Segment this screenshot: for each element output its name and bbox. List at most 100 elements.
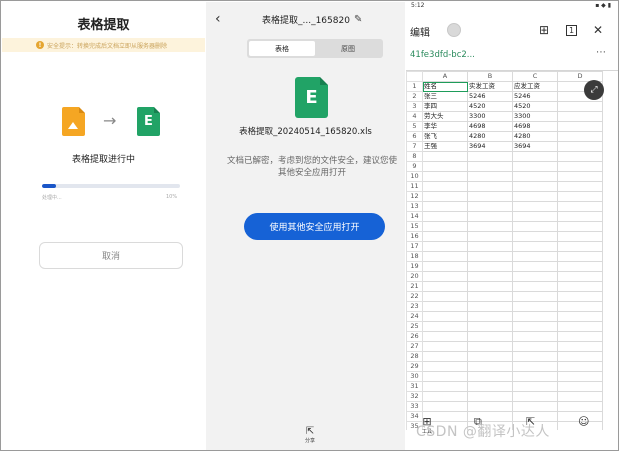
row-number[interactable]: 26 <box>406 331 423 342</box>
table-cell[interactable] <box>512 341 558 352</box>
table-cell[interactable]: 应发工资 <box>512 81 558 92</box>
table-cell[interactable] <box>467 221 513 232</box>
table-cell[interactable] <box>512 221 558 232</box>
table-cell[interactable] <box>512 401 558 412</box>
table-cell[interactable] <box>557 271 603 282</box>
table-cell[interactable] <box>557 221 603 232</box>
table-cell[interactable] <box>557 191 603 202</box>
table-cell[interactable] <box>467 341 513 352</box>
table-cell[interactable]: 姓名 <box>422 81 468 92</box>
row-number[interactable]: 30 <box>406 371 423 382</box>
table-cell[interactable]: 李四 <box>422 101 468 112</box>
table-cell[interactable] <box>557 131 603 142</box>
table-cell[interactable]: 3300 <box>467 111 513 122</box>
table-cell[interactable] <box>512 251 558 262</box>
table-cell[interactable] <box>512 371 558 382</box>
table-cell[interactable] <box>467 351 513 362</box>
table-cell[interactable] <box>467 401 513 412</box>
table-cell[interactable] <box>557 251 603 262</box>
table-cell[interactable] <box>422 351 468 362</box>
row-number[interactable]: 17 <box>406 241 423 252</box>
table-cell[interactable] <box>557 391 603 402</box>
table-cell[interactable] <box>422 181 468 192</box>
pencil-icon[interactable]: ✎ <box>354 14 362 25</box>
table-cell[interactable] <box>422 171 468 182</box>
table-cell[interactable] <box>422 311 468 322</box>
row-number[interactable]: 11 <box>406 181 423 192</box>
table-cell[interactable] <box>512 151 558 162</box>
tab-table[interactable]: 表格 <box>249 41 315 56</box>
row-number[interactable]: 7 <box>406 141 423 152</box>
table-cell[interactable] <box>557 101 603 112</box>
share-button[interactable]: ⇱ 分享 <box>305 427 315 445</box>
table-cell[interactable] <box>467 271 513 282</box>
table-cell[interactable] <box>422 401 468 412</box>
table-cell[interactable] <box>512 161 558 172</box>
table-cell[interactable] <box>557 141 603 152</box>
table-cell[interactable] <box>512 231 558 242</box>
table-cell[interactable]: 4280 <box>512 131 558 142</box>
table-cell[interactable] <box>557 171 603 182</box>
table-cell[interactable] <box>557 301 603 312</box>
table-cell[interactable]: 3694 <box>467 141 513 152</box>
table-cell[interactable] <box>467 391 513 402</box>
table-cell[interactable] <box>557 361 603 372</box>
avatar[interactable] <box>447 23 461 37</box>
table-cell[interactable] <box>557 291 603 302</box>
table-cell[interactable] <box>467 211 513 222</box>
table-cell[interactable] <box>422 161 468 172</box>
table-cell[interactable] <box>512 211 558 222</box>
table-cell[interactable] <box>557 151 603 162</box>
table-cell[interactable]: 王强 <box>422 141 468 152</box>
table-cell[interactable] <box>512 291 558 302</box>
table-cell[interactable] <box>467 251 513 262</box>
table-cell[interactable]: 4280 <box>467 131 513 142</box>
table-cell[interactable] <box>422 241 468 252</box>
table-cell[interactable] <box>422 251 468 262</box>
table-cell[interactable] <box>512 311 558 322</box>
table-cell[interactable] <box>557 161 603 172</box>
table-cell[interactable] <box>422 221 468 232</box>
table-cell[interactable] <box>422 331 468 342</box>
table-cell[interactable] <box>422 391 468 402</box>
row-number[interactable]: 4 <box>406 111 423 122</box>
table-cell[interactable] <box>467 181 513 192</box>
table-cell[interactable] <box>467 261 513 272</box>
table-cell[interactable] <box>422 151 468 162</box>
table-cell[interactable] <box>512 271 558 282</box>
table-cell[interactable] <box>512 391 558 402</box>
table-cell[interactable] <box>512 181 558 192</box>
table-cell[interactable] <box>422 201 468 212</box>
table-cell[interactable] <box>422 291 468 302</box>
table-cell[interactable] <box>467 241 513 252</box>
row-number[interactable]: 16 <box>406 231 423 242</box>
table-cell[interactable] <box>467 301 513 312</box>
table-cell[interactable] <box>422 281 468 292</box>
assistant-button[interactable]: ☺ <box>578 416 589 428</box>
edit-button[interactable]: 编辑 <box>410 24 430 39</box>
table-cell[interactable] <box>512 361 558 372</box>
table-cell[interactable] <box>557 111 603 122</box>
row-number[interactable]: 8 <box>406 151 423 162</box>
table-cell[interactable] <box>557 381 603 392</box>
grid-view-icon[interactable]: ⊞ <box>539 23 549 37</box>
table-cell[interactable] <box>467 281 513 292</box>
table-cell[interactable] <box>557 261 603 272</box>
table-cell[interactable] <box>557 241 603 252</box>
spreadsheet-grid[interactable]: A B C D 1 姓名 实发工资 应发工资 2 张三 5246 5246 3 李四 4520 452… <box>406 70 618 430</box>
table-cell[interactable]: 3694 <box>512 141 558 152</box>
row-number[interactable]: 15 <box>406 221 423 232</box>
row-number[interactable]: 6 <box>406 131 423 142</box>
table-cell[interactable] <box>467 321 513 332</box>
table-cell[interactable] <box>557 311 603 322</box>
row-number[interactable]: 2 <box>406 91 423 102</box>
table-cell[interactable] <box>512 351 558 362</box>
table-cell[interactable] <box>557 321 603 332</box>
table-cell[interactable] <box>422 231 468 242</box>
row-number[interactable]: 14 <box>406 211 423 222</box>
row-number[interactable]: 18 <box>406 251 423 262</box>
table-cell[interactable] <box>422 381 468 392</box>
table-cell[interactable] <box>467 161 513 172</box>
row-number[interactable]: 10 <box>406 171 423 182</box>
table-cell[interactable]: 4698 <box>467 121 513 132</box>
